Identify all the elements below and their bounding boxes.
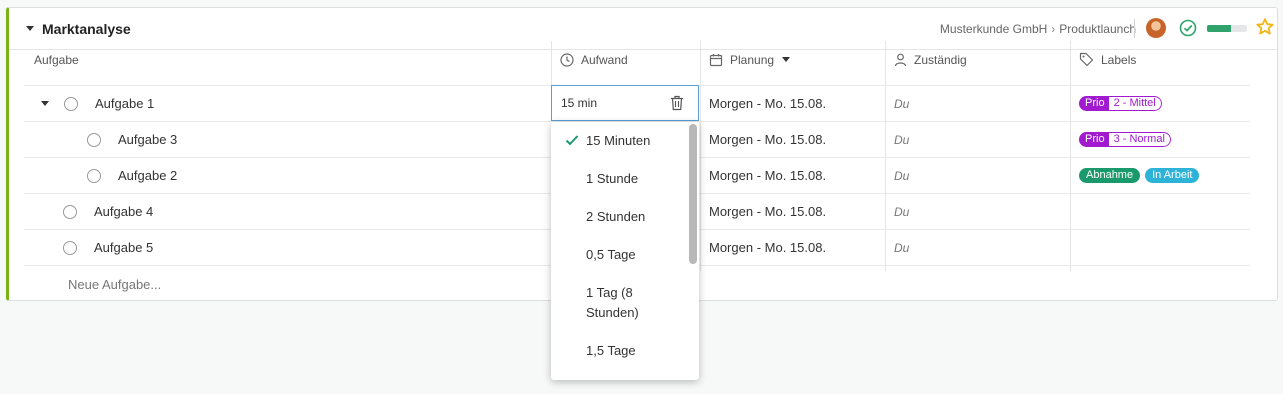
header-divider: [1134, 19, 1135, 38]
planning-date[interactable]: Morgen - Mo. 15.08.: [709, 122, 826, 157]
labels-cell[interactable]: Abnahme In Arbeit: [1079, 158, 1204, 193]
task-complete-radio[interactable]: [87, 132, 101, 147]
breadcrumb-separator-icon: ›: [1051, 22, 1056, 36]
dropdown-scrollbar[interactable]: [689, 124, 697, 264]
progress-fill: [1207, 25, 1231, 32]
labels-cell[interactable]: Prio 3 - Normal: [1079, 122, 1176, 157]
assignee[interactable]: Du: [894, 194, 909, 229]
task-name[interactable]: Aufgabe 3: [118, 122, 177, 157]
column-header-effort-label: Aufwand: [581, 52, 628, 67]
label-badge[interactable]: Prio 3 - Normal: [1079, 132, 1171, 147]
avatar[interactable]: [1146, 18, 1166, 38]
breadcrumb: Musterkunde GmbH › Produktlaunch: [940, 22, 1136, 36]
label-badge[interactable]: Prio 2 - Mittel: [1079, 96, 1162, 111]
assignee[interactable]: Du: [894, 86, 909, 121]
task-name[interactable]: Aufgabe 5: [94, 230, 153, 265]
dropdown-option-15min[interactable]: 15 Minuten: [586, 131, 676, 151]
tag-icon: [1079, 52, 1094, 67]
favorite-star-icon[interactable]: [1255, 17, 1275, 37]
dropdown-option-half-day[interactable]: 0,5 Tage: [586, 245, 676, 265]
column-header-task-label: Aufgabe: [34, 52, 79, 67]
effort-dropdown[interactable]: 15 Minuten 1 Stunde 2 Stunden 0,5 Tage 1…: [551, 122, 699, 380]
sort-caret-icon[interactable]: [782, 57, 791, 62]
label-badge-prefix: Prio: [1079, 96, 1109, 111]
task-name[interactable]: Aufgabe 4: [94, 194, 153, 229]
column-header-assignee[interactable]: Zuständig: [894, 41, 967, 78]
column-header-task[interactable]: Aufgabe: [34, 41, 79, 78]
task-name[interactable]: Aufgabe 2: [118, 158, 177, 193]
dropdown-option-1-5-days[interactable]: 1,5 Tage: [586, 341, 676, 361]
labels-cell[interactable]: Prio 2 - Mittel: [1079, 86, 1167, 121]
complete-check-icon[interactable]: [1179, 19, 1197, 37]
expand-caret-icon[interactable]: [41, 101, 49, 106]
dropdown-option-2h[interactable]: 2 Stunden: [586, 207, 676, 227]
task-complete-radio[interactable]: [63, 240, 77, 255]
planning-date[interactable]: Morgen - Mo. 15.08.: [709, 230, 826, 265]
dropdown-option-1-day[interactable]: 1 Tag (8 Stunden): [586, 283, 676, 323]
column-header-labels-label: Labels: [1101, 52, 1137, 67]
collapse-caret-icon[interactable]: [26, 26, 34, 31]
column-header-planning[interactable]: Planung: [709, 41, 791, 78]
planning-date[interactable]: Morgen - Mo. 15.08.: [709, 158, 826, 193]
breadcrumb-customer[interactable]: Musterkunde GmbH: [940, 22, 1047, 36]
assignee[interactable]: Du: [894, 122, 909, 157]
label-badge-in-arbeit[interactable]: In Arbeit: [1145, 168, 1200, 183]
group-title[interactable]: Marktanalyse: [42, 21, 131, 37]
label-badge-value: 2 - Mittel: [1108, 96, 1162, 111]
group-progress-bar: [1207, 25, 1247, 32]
assignee[interactable]: Du: [894, 230, 909, 265]
task-complete-radio[interactable]: [87, 168, 101, 183]
assignee[interactable]: Du: [894, 158, 909, 193]
label-badge-value: 3 - Normal: [1108, 132, 1171, 147]
check-icon: [565, 134, 579, 146]
column-header-effort[interactable]: Aufwand: [560, 41, 628, 78]
clock-icon: [560, 52, 574, 67]
person-icon: [894, 53, 907, 67]
task-name[interactable]: Aufgabe 1: [95, 86, 154, 121]
column-header-planning-label: Planung: [730, 52, 775, 67]
calendar-icon: [709, 53, 723, 67]
label-badge-abnahme[interactable]: Abnahme: [1079, 168, 1141, 183]
label-badge-prefix: Prio: [1079, 132, 1109, 147]
new-task-input[interactable]: Neue Aufgabe...: [68, 277, 161, 292]
trash-icon[interactable]: [670, 95, 684, 111]
breadcrumb-project[interactable]: Produktlaunch: [1059, 22, 1136, 36]
dropdown-option-1h[interactable]: 1 Stunde: [586, 169, 676, 189]
task-complete-radio[interactable]: [63, 204, 77, 219]
column-header-labels[interactable]: Labels: [1079, 41, 1136, 78]
planning-date[interactable]: Morgen - Mo. 15.08.: [709, 86, 826, 121]
task-complete-radio[interactable]: [64, 96, 78, 111]
effort-input[interactable]: 15 min: [551, 85, 699, 121]
effort-value: 15 min: [561, 96, 598, 110]
planning-date[interactable]: Morgen - Mo. 15.08.: [709, 194, 826, 229]
column-header-assignee-label: Zuständig: [914, 52, 967, 67]
